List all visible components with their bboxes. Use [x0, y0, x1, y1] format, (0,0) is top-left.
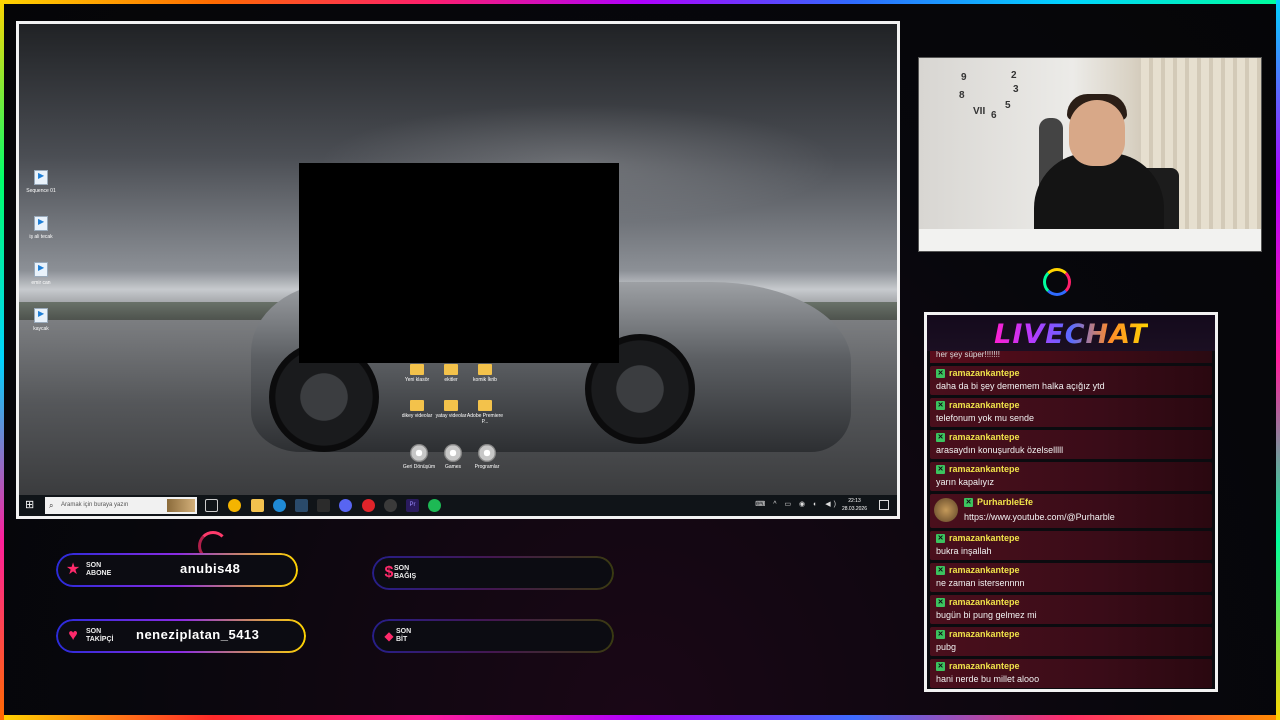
obs-icon[interactable]	[384, 499, 397, 512]
last-bits-widget: ◆ SON BİT	[372, 619, 614, 653]
last-subscriber-widget: ★ SON ABONE anubis48	[56, 553, 298, 587]
file-explorer-icon[interactable]	[251, 499, 264, 512]
chat-message: ✕ PurharbleEfe https://www.youtube.com/@Pu…	[930, 494, 1212, 528]
verified-icon: ✕	[964, 498, 973, 507]
verified-icon: ✕	[936, 465, 945, 474]
chat-message: ✕ ramazankantepe yarın kapalıyız	[930, 462, 1212, 491]
desktop-icon-programs[interactable]: Programlar	[465, 444, 509, 470]
recycle-bin-icon	[410, 444, 428, 462]
taskbar: ⊞ ⌕ Aramak için buraya yazın Pr ⌨ ^ ▭ ◉ …	[19, 495, 897, 516]
verified-icon: ✕	[936, 662, 945, 671]
notification-icon[interactable]	[879, 500, 889, 510]
verified-icon: ✕	[936, 566, 945, 575]
avatar	[934, 498, 958, 522]
clock-icon	[478, 444, 496, 462]
verified-icon: ✕	[936, 630, 945, 639]
folder-icon	[444, 400, 458, 411]
verified-icon: ✕	[936, 369, 945, 378]
heart-icon: ♥	[68, 627, 78, 644]
taskbar-clock[interactable]: 22:13 28.03.2026	[842, 497, 867, 513]
taskbar-search-box[interactable]: ⌕ Aramak için buraya yazın	[45, 497, 197, 514]
livechat-title: LIVECHAT	[927, 315, 1215, 351]
video-file-icon	[34, 170, 48, 185]
chat-message-clipped: her şey süper!!!!!!!	[930, 351, 1212, 363]
chat-message: ✕ ramazankantepe daha da bi şey dememem ha…	[930, 366, 1212, 395]
wall-clock: 9 8 VII 6 5 3 2	[959, 70, 1019, 121]
chrome-icon[interactable]	[228, 499, 241, 512]
task-view-icon[interactable]	[205, 499, 218, 512]
app-icon[interactable]	[317, 499, 330, 512]
webcam-feed: 9 8 VII 6 5 3 2	[918, 57, 1262, 252]
desktop-folder[interactable]: Adobe Premiere P...	[463, 400, 507, 425]
search-icon: ⌕	[49, 501, 54, 510]
desktop-icon[interactable]: iş ali tecak	[19, 216, 63, 240]
folder-icon	[478, 364, 492, 375]
last-follower-widget: ♥ SON TAKİPÇİ neneziplatan_5413	[56, 619, 306, 653]
rainbow-border-right	[1276, 0, 1280, 720]
livechat-panel: LIVECHAT her şey süper!!!!!!! ✕ ramazanka…	[924, 312, 1218, 692]
folder-icon	[410, 364, 424, 375]
windows-start-icon[interactable]: ⊞	[25, 499, 38, 512]
edge-icon[interactable]	[273, 499, 286, 512]
video-file-icon	[34, 262, 48, 277]
rainbow-border-top	[0, 0, 1280, 4]
desktop-icon[interactable]: emir can	[19, 262, 63, 286]
desktop-capture: Sequence 01 iş ali tecak emir can kaycak…	[16, 21, 900, 519]
last-follower-name: neneziplatan_5413	[136, 627, 260, 642]
folder-icon	[478, 400, 492, 411]
chat-message: ✕ ramazankantepe telefonum yok mu sende	[930, 398, 1212, 427]
chat-message: ✕ ramazankantepe bukra inşallah	[930, 531, 1212, 560]
opera-icon[interactable]	[362, 499, 375, 512]
spotify-icon[interactable]	[428, 499, 441, 512]
last-donation-widget: $ SON BAĞIŞ	[372, 556, 614, 590]
loading-ring-icon	[1043, 268, 1071, 296]
chat-message: ✕ ramazankantepe ne zaman istersennnn	[930, 563, 1212, 592]
redacted-window	[299, 163, 619, 363]
chat-message: ✕ ramazankantepe bugün bi pung gelmez mi	[930, 595, 1212, 624]
verified-icon: ✕	[936, 433, 945, 442]
folder-icon	[444, 364, 458, 375]
folder-icon	[410, 400, 424, 411]
steam-icon[interactable]	[295, 499, 308, 512]
verified-icon: ✕	[936, 534, 945, 543]
desk	[919, 229, 1261, 251]
streamer-head	[1069, 100, 1125, 166]
chat-message: ✕ ramazankantepe pubg	[930, 627, 1212, 656]
desktop-icon[interactable]: Sequence 01	[19, 170, 63, 194]
star-icon: ★	[65, 561, 81, 578]
system-tray[interactable]: ⌨ ^ ▭ ◉ ◐ ◀)	[755, 500, 839, 508]
chat-message: ✕ ramazankantepe arasaydın konuşurduk özel…	[930, 430, 1212, 459]
rainbow-border-bottom	[0, 715, 1280, 720]
verified-icon: ✕	[936, 401, 945, 410]
disc-icon	[444, 444, 462, 462]
desktop-icon[interactable]: kaycak	[19, 308, 63, 332]
verified-icon: ✕	[936, 598, 945, 607]
desktop-folder[interactable]: komik İkrib	[463, 364, 507, 383]
discord-icon[interactable]	[339, 499, 352, 512]
search-highlight-image	[167, 499, 195, 512]
premiere-icon[interactable]: Pr	[406, 499, 419, 512]
stream-overlay: Sequence 01 iş ali tecak emir can kaycak…	[0, 0, 1280, 720]
video-file-icon	[34, 308, 48, 323]
rainbow-border-left	[0, 0, 4, 720]
video-file-icon	[34, 216, 48, 231]
last-subscriber-name: anubis48	[180, 561, 241, 576]
chat-message: ✕ ramazankantepe hani nerde bu millet aloo…	[930, 659, 1212, 688]
